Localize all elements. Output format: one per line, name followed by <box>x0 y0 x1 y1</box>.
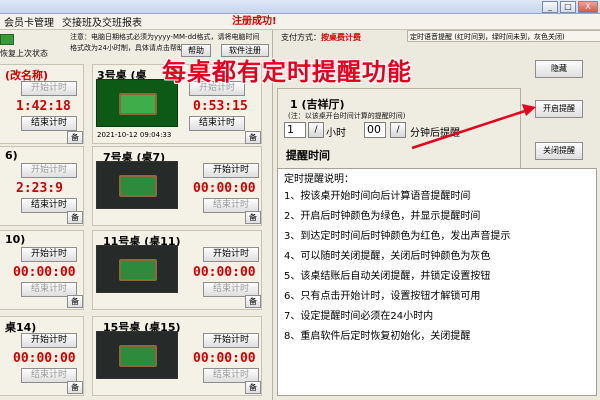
table-timer: 00:00:00 <box>193 351 256 366</box>
table-name: 10) <box>5 233 26 246</box>
instruction-line: 5、该桌结账后自动关闭提醒，并锁定设置按钮 <box>284 271 491 282</box>
end-timer-button[interactable]: 结束计时 <box>189 116 245 131</box>
restore-icon <box>0 34 14 45</box>
minutes-input[interactable]: 00 <box>364 122 386 138</box>
table-card: 6) 开始计时 2:23:9 结束计时 备 <box>0 146 84 226</box>
table-card: 11号桌 (桌11) 开始计时 00:00:00 结束计时 备 <box>92 230 262 310</box>
start-timer-button[interactable]: 开始计时 <box>21 163 77 178</box>
promo-headline: 每桌都有定时提醒功能 <box>162 58 412 86</box>
table-timer: 00:00:00 <box>13 265 76 280</box>
start-timer-button[interactable]: 开始计时 <box>21 81 77 96</box>
minutes-spinner[interactable]: / <box>390 122 406 138</box>
instruction-line: 1、按该桌开始时间向后计算语音提醒时间 <box>284 191 471 202</box>
instruction-line: 3、到达定时时间后时钟颜色为红色，发出声音提示 <box>284 231 511 242</box>
note-button[interactable]: 备 <box>245 131 261 144</box>
payment-method-label: 支付方式： <box>281 33 321 42</box>
close-button[interactable]: X <box>578 1 598 13</box>
instruction-line: 8、重启软件后定时恢复初始化，关闭提醒 <box>284 331 471 342</box>
minimize-button[interactable]: _ <box>542 1 558 13</box>
note-button[interactable]: 备 <box>67 131 83 144</box>
title-bar: _ □ X <box>0 0 600 14</box>
hours-spinner[interactable]: / <box>308 122 324 138</box>
instructions-title: 定时提醒说明： <box>284 174 354 185</box>
remind-time-label: 提醒时间 <box>286 149 330 162</box>
notice-line-1: 注意：电脑日期格式必须为yyyy-MM-dd格式，请将电脑时间 <box>70 33 260 41</box>
note-button[interactable]: 备 <box>245 381 261 394</box>
table-name: 6) <box>5 149 18 162</box>
restore-last-state[interactable]: 恢复上次状态 <box>0 34 58 59</box>
note-button[interactable]: 备 <box>67 295 83 308</box>
table-card: 7号桌 (桌7) 开始计时 00:00:00 结束计时 备 <box>92 146 262 226</box>
tab-voice-reminder[interactable]: 定时语音提醒 (红时间到，绿时间未到，灰色关闭) <box>407 30 600 42</box>
menu-member-card[interactable]: 会员卡管理 <box>0 14 58 29</box>
table-photo <box>96 161 178 209</box>
table-photo <box>96 245 178 293</box>
table-card: 15号桌 (桌15) 开始计时 00:00:00 结束计时 备 <box>92 316 262 396</box>
payment-method-value: 按桌费计费 <box>321 33 361 42</box>
note-button[interactable]: 备 <box>245 295 261 308</box>
table-timer: 1:42:18 <box>16 99 71 114</box>
reminder-note: (注：以该桌开台时间计算的提醒时间) <box>288 112 406 120</box>
start-timer-button[interactable]: 开始计时 <box>203 247 259 262</box>
table-timer: 2:23:9 <box>16 181 63 196</box>
table-card: (改名称) 开始计时 1:42:18 结束计时 备 <box>0 64 84 144</box>
minutes-label: 分钟后提醒 <box>410 128 460 139</box>
register-status: 注册成功! <box>232 16 277 27</box>
table-timer: 00:00:00 <box>13 351 76 366</box>
reminder-instructions: 定时提醒说明： 1、按该桌开始时间向后计算语音提醒时间 2、开启后时钟颜色为绿色… <box>277 168 597 396</box>
hours-input[interactable]: 1 <box>284 122 306 138</box>
table-start-date: 2021-10-12 09:04:33 <box>97 131 172 139</box>
instruction-line: 2、开启后时钟颜色为绿色，并显示提醒时间 <box>284 211 481 222</box>
disable-reminder-button[interactable]: 关闭提醒 <box>535 142 583 160</box>
hall-name: 1 (吉祥厅) <box>290 98 345 111</box>
hide-button[interactable]: 隐藏 <box>535 60 583 78</box>
restore-label: 恢复上次状态 <box>0 49 48 58</box>
table-timer: 0:53:15 <box>193 99 248 114</box>
menu-bar: 会员卡管理 交接班及交班报表 <box>0 14 600 30</box>
menu-shift-report[interactable]: 交接班及交班报表 <box>58 14 146 29</box>
table-timer: 00:00:00 <box>193 181 256 196</box>
hours-label: 小时 <box>326 128 346 139</box>
table-felt <box>119 93 157 115</box>
instruction-line: 6、只有点击开始计时，设置按钮才解锁可用 <box>284 291 481 302</box>
window-controls: _ □ X <box>542 1 598 13</box>
note-button[interactable]: 备 <box>67 211 83 224</box>
table-felt <box>119 259 157 281</box>
table-felt <box>119 175 157 197</box>
note-button[interactable]: 备 <box>245 211 261 224</box>
table-card: 10) 开始计时 00:00:00 结束计时 备 <box>0 230 84 310</box>
end-timer-button[interactable]: 结束计时 <box>21 116 77 131</box>
start-timer-button[interactable]: 开始计时 <box>203 333 259 348</box>
table-timer: 00:00:00 <box>193 265 256 280</box>
payment-method: 支付方式：按桌费计费 <box>281 32 361 43</box>
instruction-line: 7、设定提醒时间必须在24小时内 <box>284 311 434 322</box>
enable-reminder-button[interactable]: 开启提醒 <box>535 100 583 118</box>
start-timer-button[interactable]: 开始计时 <box>21 333 77 348</box>
table-photo <box>96 331 178 379</box>
start-timer-button[interactable]: 开始计时 <box>203 163 259 178</box>
maximize-button[interactable]: □ <box>560 1 576 13</box>
instruction-line: 4、可以随时关闭提醒，关闭后时钟颜色为灰色 <box>284 251 491 262</box>
start-timer-button[interactable]: 开始计时 <box>21 247 77 262</box>
table-card: 桌14) 开始计时 00:00:00 结束计时 备 <box>0 316 84 396</box>
note-button[interactable]: 备 <box>67 381 83 394</box>
table-felt <box>119 345 157 367</box>
